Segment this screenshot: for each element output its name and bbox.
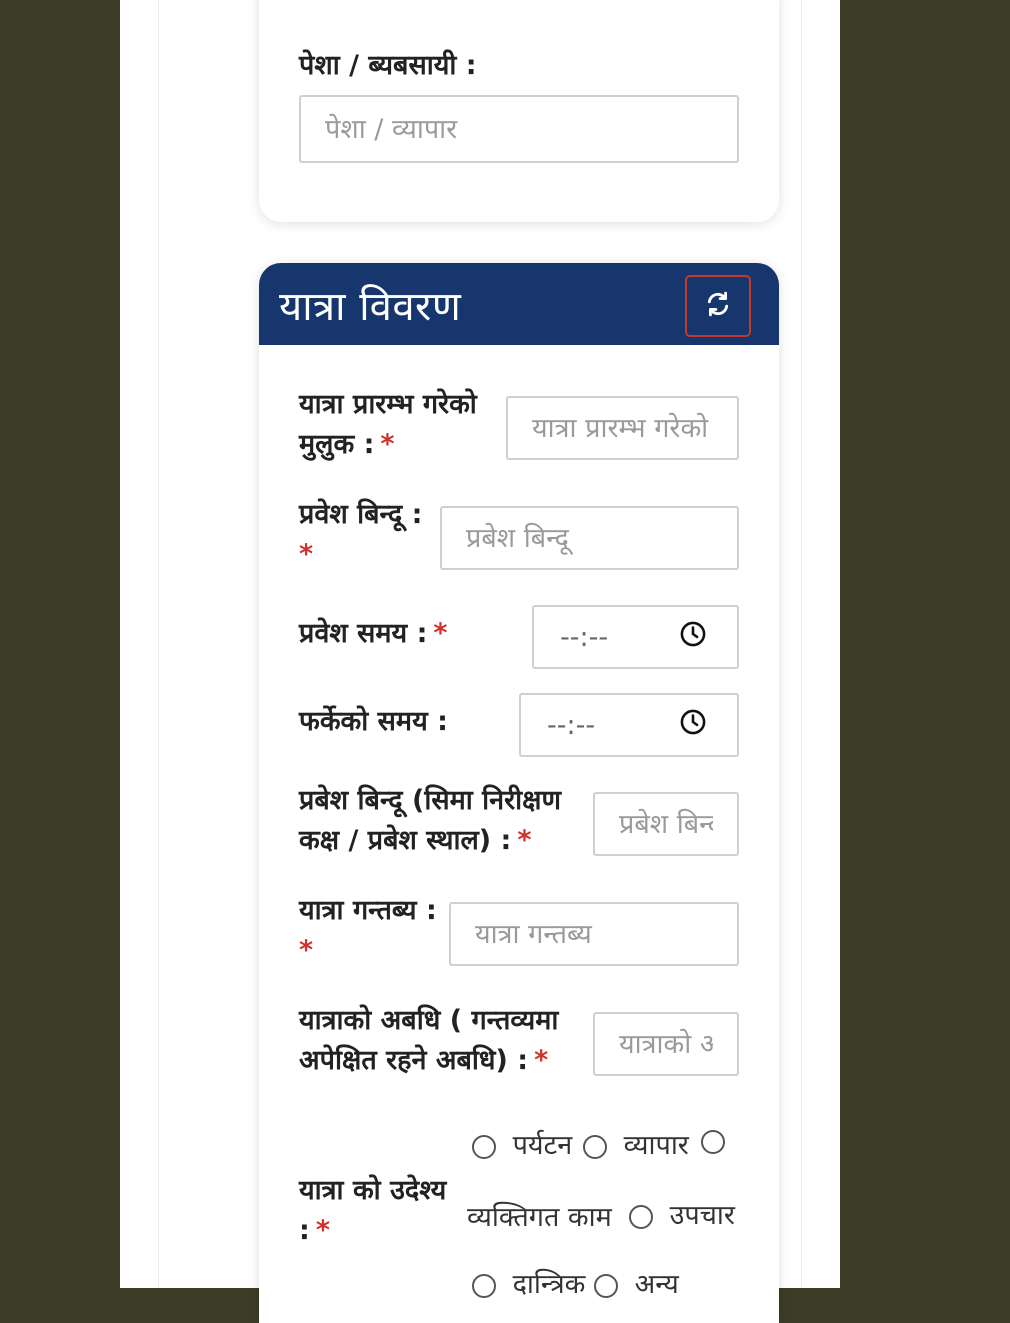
checkpoint-label: प्रबेश बिन्दू (सिमा निरीक्षण कक्ष / प्रब… xyxy=(299,781,561,861)
radio-button[interactable] xyxy=(701,1129,725,1154)
reset-button[interactable] xyxy=(685,275,751,337)
duration-label: यात्राको अबधि ( गन्तव्यमा अपेक्षित रहने … xyxy=(299,1001,558,1081)
return-time-label: फर्केको समय : xyxy=(299,706,448,737)
origin-country-input[interactable] xyxy=(506,396,739,460)
option-label: व्यक्तिगत काम xyxy=(467,1202,612,1233)
required-mark: * xyxy=(299,539,314,570)
checkpoint-label-line1: प्रबेश बिन्दू (सिमा निरीक्षण xyxy=(299,785,562,816)
required-mark: * xyxy=(433,618,448,649)
duration-label-line2: अपेक्षित रहने अबधि) : xyxy=(299,1045,529,1076)
purpose-option-tourism[interactable]: पर्यटन xyxy=(472,1125,572,1162)
form-container: पेशा / ब्यबसायी : यात्रा विवरण xyxy=(158,0,802,1323)
origin-country-label: यात्रा प्रारम्भ गरेको मुलुक : * xyxy=(299,385,477,465)
purpose-label-line2: : xyxy=(299,1215,310,1246)
checkpoint-label-line2: कक्ष / प्रबेश स्थाल) : xyxy=(299,825,512,856)
clock-icon[interactable] xyxy=(679,620,707,655)
option-label: व्यापार xyxy=(623,1130,689,1161)
required-mark: * xyxy=(315,1215,330,1246)
origin-country-label-line1: यात्रा प्रारम्भ गरेको xyxy=(299,389,477,420)
option-label: अन्य xyxy=(634,1269,679,1300)
purpose-option-treatment[interactable]: उपचार xyxy=(629,1195,735,1232)
entry-time-label-text: प्रवेश समय : xyxy=(299,618,428,649)
duration-input[interactable] xyxy=(593,1012,739,1076)
personal-details-card: पेशा / ब्यबसायी : xyxy=(259,0,779,222)
occupation-input[interactable] xyxy=(299,95,739,163)
purpose-label: यात्रा को उदेश्य : * xyxy=(299,1171,446,1251)
option-label: उपचार xyxy=(669,1200,735,1231)
purpose-option-personal-radio[interactable] xyxy=(701,1125,725,1156)
entry-time-input[interactable]: --:-- xyxy=(532,605,739,669)
duration-label-line1: यात्राको अबधि ( गन्तव्यमा xyxy=(299,1005,559,1036)
radio-button[interactable] xyxy=(472,1134,496,1159)
radio-button[interactable] xyxy=(629,1204,653,1229)
occupation-label: पेशा / ब्यबसायी : xyxy=(299,50,477,81)
entry-point-input[interactable] xyxy=(440,506,739,570)
purpose-option-other[interactable]: अन्य xyxy=(594,1264,679,1301)
travel-details-card: यात्रा विवरण यात्रा प्रारम्भ गरेको मुलुक… xyxy=(259,263,779,1323)
radio-button[interactable] xyxy=(472,1273,496,1298)
destination-label-text: यात्रा गन्तब्य : xyxy=(299,895,437,926)
required-mark: * xyxy=(380,429,395,460)
option-label: दान्त्रिक xyxy=(512,1269,586,1300)
destination-label: यात्रा गन्तब्य : * xyxy=(299,891,437,971)
travel-details-header: यात्रा विवरण xyxy=(259,263,779,345)
required-mark: * xyxy=(517,825,532,856)
radio-button[interactable] xyxy=(583,1134,607,1159)
entry-time-value: --:-- xyxy=(560,621,609,653)
purpose-label-line1: यात्रा को उदेश्य xyxy=(299,1175,447,1206)
return-time-value: --:-- xyxy=(547,709,596,741)
entry-point-label-text: प्रवेश बिन्दू : xyxy=(299,499,423,530)
destination-input[interactable] xyxy=(449,902,739,966)
entry-time-label: प्रवेश समय : * xyxy=(299,614,448,654)
checkpoint-input[interactable] xyxy=(593,792,739,856)
purpose-option-official[interactable]: दान्त्रिक xyxy=(472,1264,585,1301)
travel-details-title: यात्रा विवरण xyxy=(279,284,462,330)
radio-button[interactable] xyxy=(594,1273,618,1298)
purpose-option-personal[interactable]: व्यक्तिगत काम xyxy=(467,1197,612,1234)
page-column: पेशा / ब्यबसायी : यात्रा विवरण xyxy=(120,0,840,1323)
purpose-option-business[interactable]: व्यापार xyxy=(583,1125,689,1162)
required-mark: * xyxy=(299,935,314,966)
option-label: पर्यटन xyxy=(512,1130,573,1161)
origin-country-label-line2: मुलुक : xyxy=(299,429,375,460)
refresh-icon xyxy=(705,291,731,321)
entry-point-label: प्रवेश बिन्दू : * xyxy=(299,495,422,575)
clock-icon[interactable] xyxy=(679,708,707,743)
required-mark: * xyxy=(534,1045,549,1076)
return-time-input[interactable]: --:-- xyxy=(519,693,739,757)
